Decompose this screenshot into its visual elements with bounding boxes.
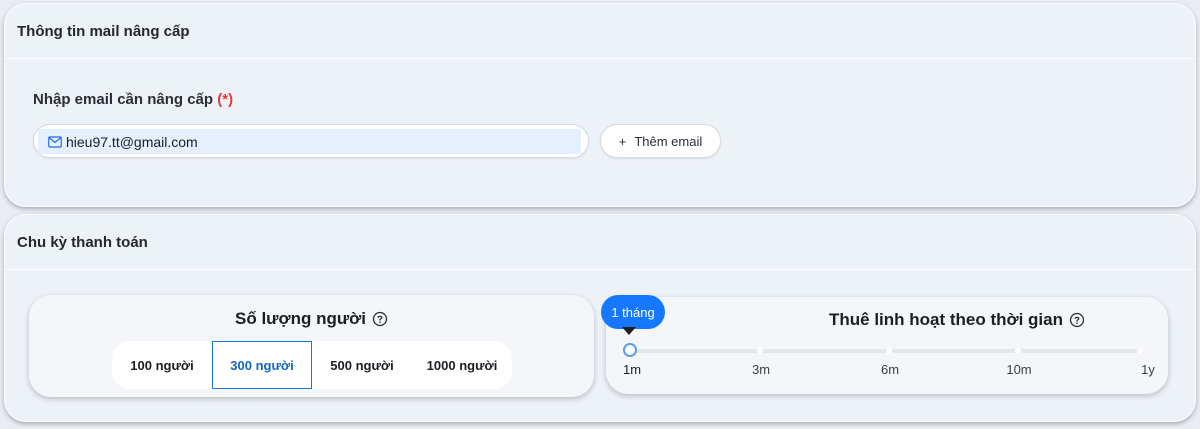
user-option-1000[interactable]: 1000 người (412, 341, 512, 389)
email-card-title: Thông tin mail nâng cấp (4, 3, 1196, 59)
user-count-title-text: Số lượng người (235, 309, 366, 328)
user-option-500[interactable]: 500 người (312, 341, 412, 389)
flexible-rental-panel: Thuê linh hoạt theo thời gian 1 tháng 1m… (601, 295, 1168, 394)
tick-label-1y[interactable]: 1y (1141, 362, 1155, 377)
add-email-button[interactable]: + Thêm email (600, 124, 721, 158)
email-value: hieu97.tt@gmail.com (66, 133, 198, 150)
tick-label-10m[interactable]: 10m (1006, 362, 1031, 377)
add-email-label: Thêm email (634, 133, 703, 149)
slider-step-dot (757, 348, 763, 354)
tick-label-6m[interactable]: 6m (881, 362, 899, 377)
tooltip-arrow (622, 327, 636, 335)
email-input[interactable]: hieu97.tt@gmail.com (33, 124, 589, 158)
user-count-title: Số lượng người (29, 309, 594, 329)
plus-icon: + (618, 133, 627, 149)
email-field-label-text: Nhập email cần nâng cấp (33, 91, 214, 108)
slider-tooltip: 1 tháng (601, 295, 665, 335)
email-field-label: Nhập email cần nâng cấp (*) (33, 91, 233, 108)
email-chip[interactable]: hieu97.tt@gmail.com (38, 129, 581, 154)
billing-cycle-card: Chu kỳ thanh toán Số lượng người 100 ngư… (4, 214, 1196, 422)
mail-icon (48, 135, 62, 148)
slider-step-dot (1137, 348, 1143, 354)
user-count-panel: Số lượng người 100 người 300 người 500 n… (29, 295, 594, 397)
slider-step-dot (886, 348, 892, 354)
rental-title-text: Thuê linh hoạt theo thời gian (828, 310, 1063, 329)
help-circle-icon[interactable] (1069, 312, 1085, 328)
user-count-segmented-control: 100 người 300 người 500 người 1000 người (112, 341, 512, 389)
tick-label-1m[interactable]: 1m (623, 362, 641, 377)
required-mark: (*) (217, 91, 234, 108)
user-option-100[interactable]: 100 người (112, 341, 212, 389)
duration-slider-handle[interactable] (623, 343, 637, 357)
email-upgrade-card: Thông tin mail nâng cấp Nhập email cần n… (4, 3, 1196, 207)
slider-tooltip-text: 1 tháng (611, 304, 655, 320)
duration-slider-track[interactable] (631, 348, 1143, 354)
rental-title: Thuê linh hoạt theo thời gian (746, 310, 1168, 330)
billing-card-title: Chu kỳ thanh toán (4, 214, 1196, 270)
help-circle-icon[interactable] (372, 311, 388, 327)
slider-step-dot (1015, 348, 1021, 354)
tick-label-3m[interactable]: 3m (752, 362, 770, 377)
user-option-300[interactable]: 300 người (212, 341, 312, 389)
